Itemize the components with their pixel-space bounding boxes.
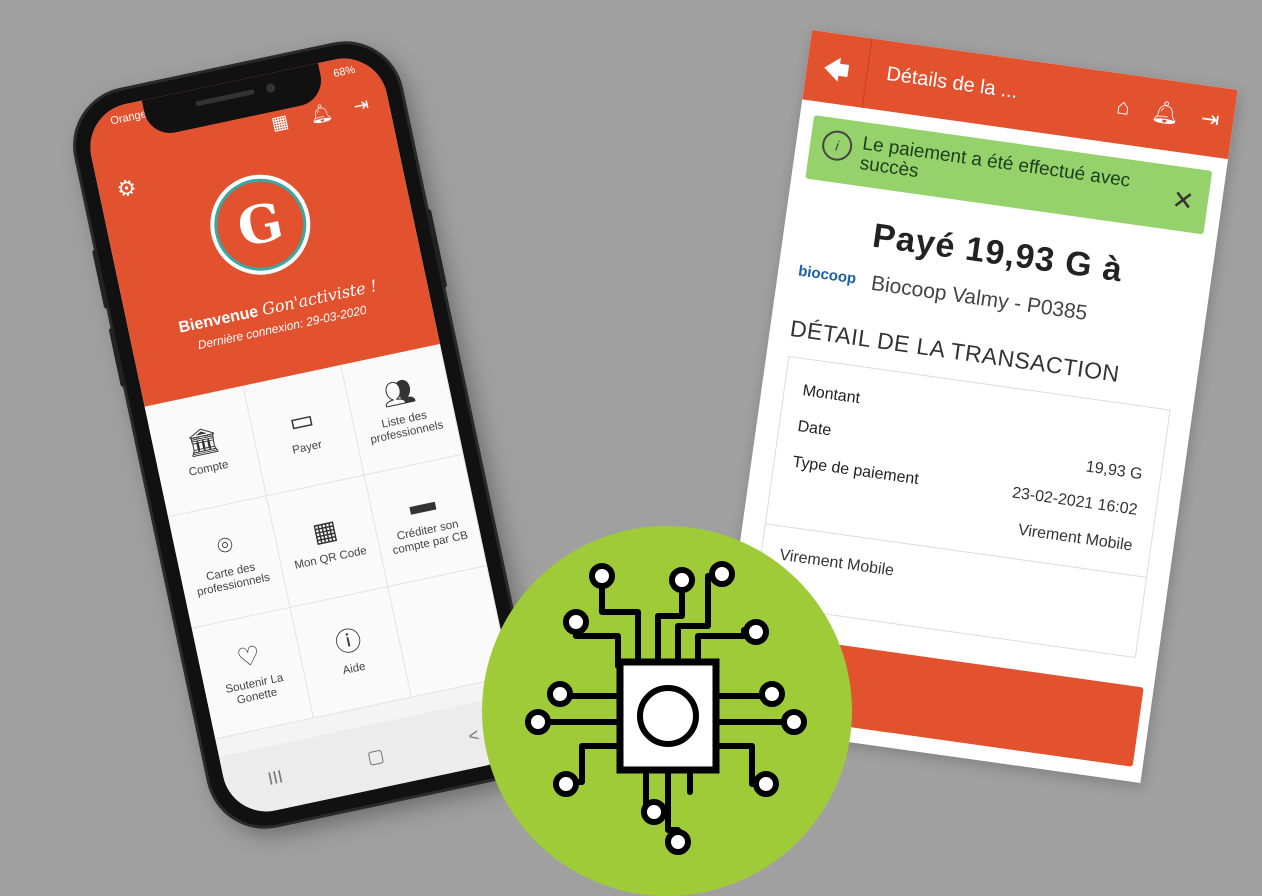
smartphone-mockup: Orange F 68% ▦ 🔔︎ ⇥ ⚙ G Bienvenue Gon'ac… bbox=[65, 33, 545, 837]
qr-code-icon[interactable]: ▦ bbox=[270, 111, 291, 135]
question-icon: ⓘ bbox=[332, 624, 365, 660]
circuit-chip-badge bbox=[482, 526, 852, 896]
heart-icon: ♡ bbox=[234, 639, 264, 674]
credit-card-icon: ▬ bbox=[406, 486, 438, 521]
info-icon: i bbox=[820, 128, 855, 163]
alert-text: Le paiement a été effectué avec succès bbox=[858, 133, 1132, 192]
home-button[interactable]: ▢ bbox=[365, 744, 386, 768]
gonette-logo: G bbox=[200, 165, 320, 285]
bell-icon[interactable]: 🔔︎ bbox=[1150, 98, 1181, 128]
home-icon[interactable]: ⌂ bbox=[1115, 93, 1132, 121]
back-button[interactable]: < bbox=[466, 724, 481, 747]
qr-code-icon: ▦ bbox=[309, 513, 341, 549]
back-arrow-icon[interactable]: 🡄 bbox=[819, 50, 852, 97]
map-pin-icon: ⌾ bbox=[214, 529, 236, 562]
recent-apps-button[interactable]: III bbox=[266, 766, 285, 790]
logout-icon[interactable]: ⇥ bbox=[1199, 105, 1221, 133]
logout-icon[interactable]: ⇥ bbox=[352, 94, 371, 118]
battery-label: 68% bbox=[332, 63, 357, 81]
people-icon: 👥︎ bbox=[379, 374, 418, 411]
biocoop-logo: biocoop bbox=[797, 262, 858, 288]
gear-icon[interactable]: ⚙ bbox=[114, 174, 139, 204]
screen-title: Détails de la ... bbox=[885, 62, 1020, 104]
bell-icon[interactable]: 🔔︎ bbox=[308, 101, 335, 126]
close-icon[interactable]: ✕ bbox=[1170, 184, 1196, 217]
bank-icon: 🏛︎ bbox=[183, 422, 223, 460]
chip-circuit-icon bbox=[525, 561, 807, 855]
wallet-icon: ▭ bbox=[286, 402, 317, 438]
